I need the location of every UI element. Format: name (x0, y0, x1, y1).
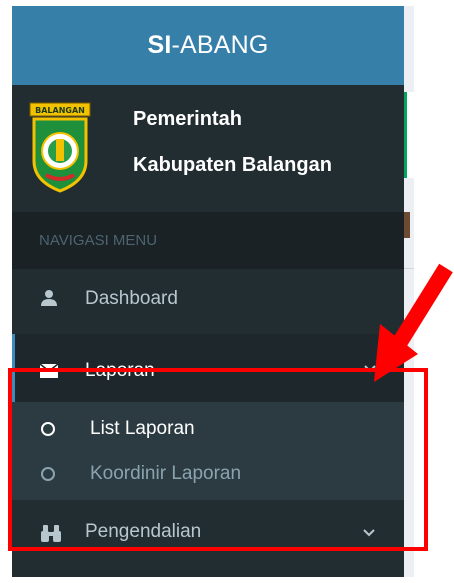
screenshot-stage: SI-ABANG BALANGAN Pemerintah Kabupaten B… (0, 0, 454, 583)
submenu-item-label: List Laporan (90, 418, 195, 439)
submenu-item-label: Koordinir Laporan (90, 463, 242, 484)
user-info-line2: Kabupaten Balangan (133, 154, 332, 176)
binoculars-icon (41, 525, 61, 542)
chevron-down-icon[interactable] (362, 526, 376, 540)
sidebar: SI-ABANG BALANGAN Pemerintah Kabupaten B… (12, 6, 404, 577)
app-logo-title[interactable]: SI-ABANG (12, 6, 404, 85)
annotation-arrow-icon (374, 263, 453, 382)
user-info: Pemerintah Kabupaten Balangan (133, 105, 332, 197)
sidebar-item-label: Pengendalian (85, 521, 202, 542)
laporan-submenu: List Laporan Koordinir Laporan (12, 402, 404, 500)
sidebar-item-dashboard[interactable]: Dashboard (12, 269, 404, 327)
submenu-item-list-laporan[interactable]: List Laporan (12, 410, 404, 452)
submenu-item-koordinir-laporan[interactable]: Koordinir Laporan (12, 454, 404, 496)
sidebar-item-pengendalian[interactable]: Pengendalian (12, 500, 404, 566)
content-image-edge (404, 212, 410, 238)
circle-icon (41, 467, 55, 481)
emblem-text: BALANGAN (35, 106, 85, 115)
user-icon (41, 290, 57, 306)
brand-rest: -ABANG (171, 31, 269, 59)
user-info-line1: Pemerintah (133, 108, 242, 130)
sidebar-item-label: Dashboard (85, 288, 178, 309)
user-panel: BALANGAN Pemerintah Kabupaten Balangan (12, 85, 404, 212)
sidebar-item-label: Laporan (85, 360, 155, 381)
circle-icon (41, 422, 55, 436)
regency-emblem-icon: BALANGAN (29, 102, 91, 193)
menu-header: NAVIGASI MENU (12, 212, 404, 269)
brand-bold: SI (147, 31, 172, 59)
sidebar-item-laporan[interactable]: Laporan (12, 334, 404, 402)
envelope-icon (40, 363, 58, 378)
content-box-edge (404, 92, 414, 178)
